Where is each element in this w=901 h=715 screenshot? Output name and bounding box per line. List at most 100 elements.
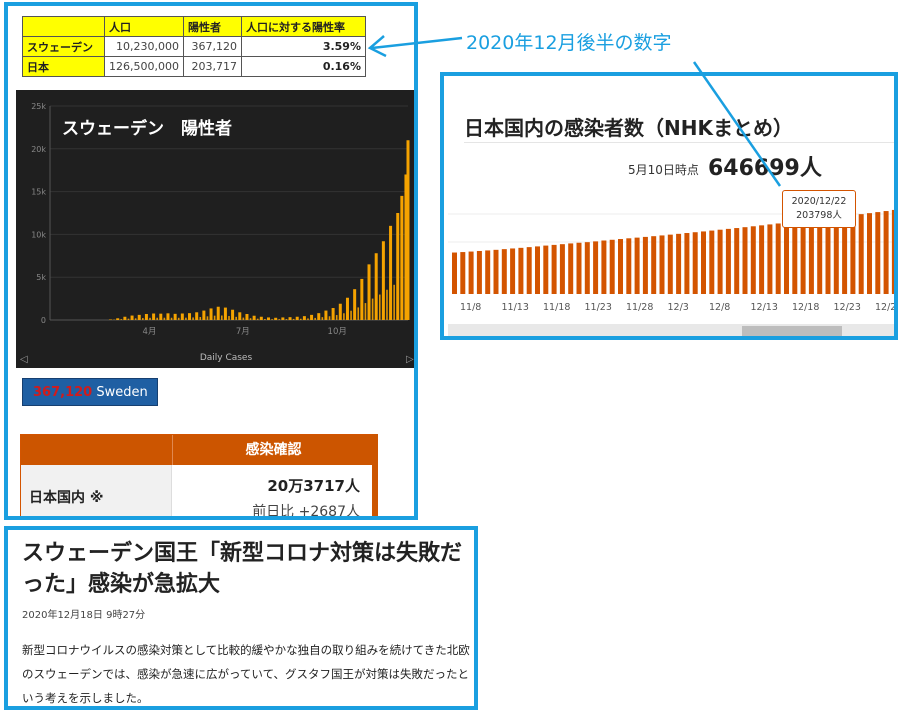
chart-bar — [775, 223, 781, 294]
chart-bar — [468, 251, 474, 294]
chart-bar — [149, 317, 151, 320]
chart-bar — [742, 227, 748, 294]
chart-bar — [345, 297, 349, 320]
chart-bar — [213, 315, 216, 320]
chart-bar — [202, 310, 206, 320]
japan-cases-panel: 感染確認 日本国内 ※ 20万3717人 前日比 +2687人 — [20, 434, 373, 516]
sweden-count-badge[interactable]: 367,120 Sweden — [22, 378, 158, 406]
chart-tooltip: 2020/12/22 203798人 — [782, 190, 856, 228]
table-header-population: 人口 — [104, 16, 184, 37]
chart-bar — [185, 317, 187, 320]
table-header-positives: 陽性者 — [182, 16, 242, 37]
x-tick-label: 12/3 — [668, 302, 689, 313]
chart-bar — [618, 239, 623, 294]
x-tick-label: 11/13 — [502, 302, 529, 313]
chart-bar — [725, 228, 731, 294]
chart-bar — [493, 249, 499, 294]
chart-bar — [386, 289, 388, 320]
chart-bar — [302, 316, 306, 320]
japan-panel-header-label: 感染確認 — [172, 435, 372, 465]
chart-bar — [406, 140, 410, 320]
sweden-daily-cases-chart: 0 5k 10k 15k 20k 25k 4月 7月 10月 スウェーデン 陽性者 Daily Ca… — [16, 90, 414, 368]
table-header-rate: 人口に対する陽性率 — [240, 16, 366, 37]
x-tick-label: 11/28 — [626, 302, 653, 313]
y-tick-label: 25k — [31, 102, 46, 111]
nhk-asof-label: 5月10日時点 — [628, 163, 699, 177]
chart-bar — [642, 236, 648, 294]
x-tick-label: 7月 — [236, 327, 250, 337]
japan-panel-edge — [372, 434, 378, 516]
chart-bar — [684, 233, 690, 294]
x-tick-label: 12/8 — [709, 302, 730, 313]
chart-bar — [159, 313, 163, 320]
chart-bar — [659, 235, 665, 294]
chart-bar — [651, 236, 657, 294]
annotation-label: 2020年12月後半の数字 — [466, 32, 672, 54]
row-rate: 3.59% — [240, 36, 366, 57]
chart-bar — [393, 284, 395, 320]
x-tick-label: 12/23 — [834, 302, 861, 313]
chart-bar — [163, 317, 166, 320]
chart-bar — [252, 315, 256, 320]
chart-bar — [875, 212, 881, 294]
chart-bar — [142, 318, 144, 320]
chart-bar — [271, 319, 273, 320]
chart-bar — [601, 240, 607, 294]
population-table: 人口 陽性者 人口に対する陽性率 スウェーデン 10,230,000 367,1… — [22, 16, 366, 77]
row-positives: 367,120 — [182, 36, 242, 57]
chart-bar — [485, 250, 491, 294]
chart-bar — [400, 195, 404, 320]
chart-bar — [199, 317, 202, 320]
row-population: 126,500,000 — [104, 56, 184, 77]
chart-bar — [156, 317, 158, 320]
chart-bar — [378, 294, 381, 320]
chart-bar — [825, 217, 831, 294]
chart-bar — [307, 318, 309, 320]
row-positives: 203,717 — [182, 56, 242, 77]
x-tick-label: 12/18 — [792, 302, 819, 313]
table-row: スウェーデン 10,230,000 367,120 3.59% — [22, 36, 366, 57]
chart-bar — [357, 307, 360, 320]
y-tick-label: 10k — [31, 230, 46, 239]
chart-scrollbar-thumb[interactable] — [742, 326, 842, 336]
chart-bar — [238, 312, 242, 320]
chart-bar — [249, 318, 252, 320]
chart-bar — [242, 317, 245, 320]
chart-bar — [116, 318, 120, 320]
chart-bar — [634, 237, 640, 294]
chart-bar — [883, 211, 889, 294]
table-header-blank — [22, 16, 105, 37]
chart-bar — [350, 310, 352, 320]
japan-panel-body: 日本国内 ※ 20万3717人 前日比 +2687人 — [21, 465, 372, 516]
chart-bar — [371, 298, 374, 320]
x-tick-label: 12/13 — [751, 302, 778, 313]
scroll-right-icon: ▷ — [406, 354, 414, 365]
chart-bar — [216, 306, 220, 320]
tooltip-value: 203798人 — [796, 210, 842, 221]
article-title[interactable]: スウェーデン国王「新型コロナ対策は失敗だった」感染が急拡大 — [22, 538, 474, 600]
chart-bar — [750, 226, 756, 294]
chart-bar — [166, 313, 170, 320]
chart-bar — [381, 241, 385, 320]
table-row: 日本 126,500,000 203,717 0.16% — [22, 56, 366, 77]
chart-bar — [353, 289, 357, 320]
news-article-panel: スウェーデン国王「新型コロナ対策は失敗だった」感染が急拡大 2020年12月18… — [4, 526, 478, 710]
chart-bar — [792, 221, 798, 294]
chart-bar — [800, 220, 806, 294]
chart-title: スウェーデン 陽性者 — [62, 118, 232, 139]
chart-bar — [152, 313, 156, 320]
chart-bar — [576, 242, 582, 294]
chart-bar — [192, 317, 194, 320]
japan-case-count: 20万3717人 — [267, 477, 360, 495]
x-axis-label: Daily Cases — [200, 353, 253, 363]
chart-bar — [245, 314, 249, 320]
chart-bar — [170, 317, 173, 320]
table-header-row: 人口 陽性者 人口に対する陽性率 — [22, 16, 366, 37]
sweden-japan-panel: 人口 陽性者 人口に対する陽性率 スウェーデン 10,230,000 367,1… — [4, 2, 418, 520]
chart-bar — [701, 231, 706, 294]
chart-bar — [144, 314, 148, 320]
chart-bar — [328, 316, 331, 320]
chart-bar — [127, 318, 130, 320]
chart-bar — [209, 308, 213, 320]
tooltip-date: 2020/12/22 — [791, 196, 847, 207]
